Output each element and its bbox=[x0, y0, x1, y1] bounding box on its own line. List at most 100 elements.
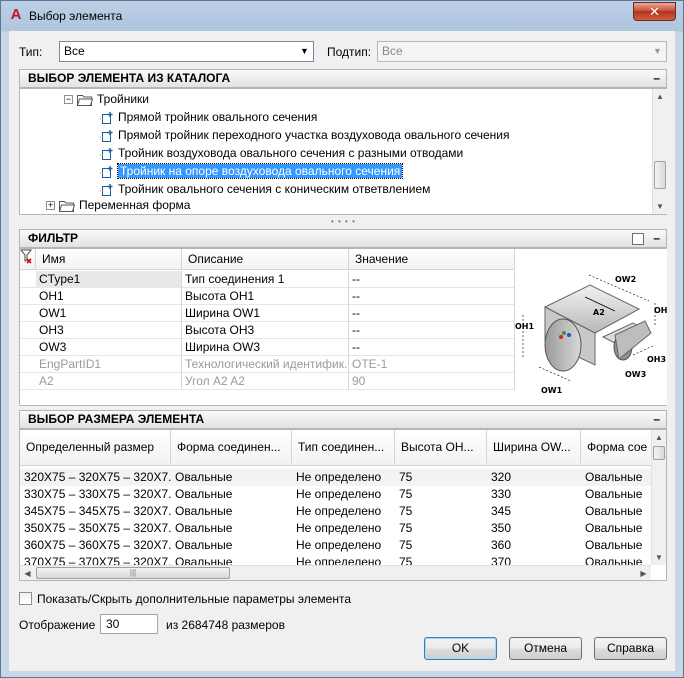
table-cell: 75 bbox=[399, 538, 413, 552]
filter-cell-value[interactable]: -- bbox=[349, 288, 515, 305]
filter-row[interactable]: OW3 Ширина OW3 -- bbox=[20, 339, 515, 356]
table-cell: Овальные bbox=[175, 487, 233, 501]
filter-cell-desc: Ширина OW3 bbox=[182, 339, 349, 356]
filter-cell-value[interactable]: 90 bbox=[349, 373, 515, 390]
tree-group-tees[interactable]: − Тройники bbox=[64, 91, 149, 108]
filter-row[interactable]: OW1 Ширина OW1 -- bbox=[20, 305, 515, 322]
display-count-input[interactable]: 30 bbox=[100, 614, 158, 634]
scroll-left-icon[interactable]: ◀ bbox=[20, 566, 35, 581]
collapse-toggle-icon[interactable]: − bbox=[64, 95, 73, 105]
column-header-height[interactable]: Высота ОН... bbox=[395, 430, 487, 465]
filter-row[interactable]: OH3 Высота OH3 -- bbox=[20, 322, 515, 339]
filter-cell-value[interactable]: -- bbox=[349, 322, 515, 339]
catalog-vertical-scrollbar[interactable]: ▲ ▼ bbox=[652, 89, 667, 214]
splitter-handle[interactable]: • • • • bbox=[331, 217, 356, 226]
column-header-defined-size[interactable]: Определенный размер bbox=[20, 430, 171, 465]
column-header-name[interactable]: Имя bbox=[36, 249, 182, 270]
collapse-icon[interactable]: – bbox=[653, 70, 660, 87]
table-cell: 350 bbox=[491, 521, 512, 535]
table-cell: 350X75 – 350X75 – 320X7... bbox=[24, 521, 171, 535]
table-row[interactable]: 330X75 – 330X75 – 320X7... Овальные Не опр… bbox=[20, 486, 651, 503]
filter-cell-name: OH1 bbox=[36, 288, 182, 305]
show-params-checkbox[interactable] bbox=[19, 592, 32, 605]
filter-cell-value[interactable]: -- bbox=[349, 271, 515, 288]
scrollbar-thumb[interactable] bbox=[653, 446, 665, 460]
column-header-connection-type[interactable]: Тип соединен... bbox=[292, 430, 395, 465]
collapse-icon[interactable]: – bbox=[653, 411, 660, 428]
filter-cell-name: A2 bbox=[36, 373, 182, 390]
filter-section-header[interactable]: ФИЛЬТР – bbox=[19, 229, 667, 248]
scrollbar-thumb[interactable]: ||| bbox=[36, 567, 230, 579]
close-button[interactable]: ✕ bbox=[633, 2, 676, 21]
filter-cell-desc: Ширина OW1 bbox=[182, 305, 349, 322]
scroll-down-icon[interactable]: ▼ bbox=[652, 550, 666, 565]
table-row[interactable]: 360X75 – 360X75 – 320X7... Овальные Не опр… bbox=[20, 537, 651, 554]
tree-item[interactable]: Прямой тройник переходного участка возду… bbox=[100, 127, 510, 144]
filter-row[interactable]: OH1 Высота OH1 -- bbox=[20, 288, 515, 305]
column-header-width[interactable]: Ширина OW... bbox=[487, 430, 581, 465]
tree-group-label: Тройники bbox=[97, 92, 149, 106]
sizes-horizontal-scrollbar[interactable]: ◀ ||| ▶ bbox=[20, 565, 651, 580]
filter-pane: Имя Описание Значение CType1 Тип соединен… bbox=[19, 248, 673, 406]
catalog-tree[interactable]: − Тройники Прямой тройник овального сечен… bbox=[19, 88, 667, 215]
cancel-button[interactable]: Отмена bbox=[509, 637, 582, 660]
filter-cell-name: EngPartID1 bbox=[36, 356, 182, 373]
column-header-value[interactable]: Значение bbox=[349, 249, 515, 270]
collapse-icon[interactable]: – bbox=[653, 230, 660, 247]
table-cell: 320 bbox=[491, 470, 512, 484]
filter-cell-name: OW1 bbox=[36, 305, 182, 322]
expand-toggle-icon[interactable]: + bbox=[46, 201, 55, 211]
filter-cell-desc: Высота OH3 bbox=[182, 322, 349, 339]
filter-cell-value[interactable]: -- bbox=[349, 339, 515, 356]
table-cell: Овальные bbox=[585, 538, 643, 552]
ok-button[interactable]: OK bbox=[424, 637, 497, 660]
table-row[interactable]: 345X75 – 345X75 – 320X7... Овальные Не опр… bbox=[20, 503, 651, 520]
column-header-connection-shape-2[interactable]: Форма сое bbox=[581, 430, 651, 465]
tree-item[interactable]: Прямой тройник овального сечения bbox=[100, 109, 317, 126]
scroll-right-icon[interactable]: ▶ bbox=[636, 566, 651, 581]
sizes-section-header[interactable]: ВЫБОР РАЗМЕРА ЭЛЕМЕНТА – bbox=[19, 410, 667, 429]
tree-item[interactable]: Тройник воздуховода овального сечения с … bbox=[100, 145, 463, 162]
scrollbar-thumb[interactable] bbox=[654, 161, 666, 189]
table-row[interactable]: 320X75 – 320X75 – 320X7... Овальные Не опр… bbox=[20, 469, 651, 486]
sizes-grid-header: Определенный размер Форма соединен... Ти… bbox=[20, 430, 651, 466]
scroll-up-icon[interactable]: ▲ bbox=[653, 89, 667, 104]
table-row[interactable]: 350X75 – 350X75 – 320X7... Овальные Не опр… bbox=[20, 520, 651, 537]
column-header-connection-shape[interactable]: Форма соединен... bbox=[171, 430, 292, 465]
tree-item-label: Тройник овального сечения с коническим о… bbox=[118, 182, 431, 196]
filter-cell-value[interactable]: -- bbox=[349, 305, 515, 322]
filter-cell-desc: Технологический идентифик... bbox=[182, 356, 349, 373]
table-cell: Не определено bbox=[296, 538, 382, 552]
table-cell: 330X75 – 330X75 – 320X7... bbox=[24, 487, 171, 501]
filter-row[interactable]: A2 Угол A2 A2 90 bbox=[20, 373, 515, 390]
catalog-section-header[interactable]: ВЫБОР ЭЛЕМЕНТА ИЗ КАТАЛОГА – bbox=[19, 69, 667, 88]
duct-fitting-icon bbox=[100, 183, 113, 196]
show-params-label[interactable]: Показать/Скрыть дополнительные параметры… bbox=[37, 592, 351, 606]
sizes-section-title: ВЫБОР РАЗМЕРА ЭЛЕМЕНТА bbox=[28, 412, 205, 426]
scroll-down-icon[interactable]: ▼ bbox=[653, 199, 667, 214]
sizes-vertical-scrollbar[interactable]: ▲ ▼ bbox=[651, 430, 666, 565]
help-button[interactable]: Справка bbox=[594, 637, 667, 660]
preview-label-a2: A2 bbox=[593, 308, 605, 317]
tree-item[interactable]: Тройник на опоре воздуховода овального с… bbox=[100, 163, 404, 180]
tree-item-label: Прямой тройник переходного участка возду… bbox=[118, 128, 510, 142]
filter-row[interactable]: CType1 Тип соединения 1 -- bbox=[20, 271, 515, 288]
tree-item[interactable]: Тройник овального сечения с коническим о… bbox=[100, 181, 430, 198]
filter-cell-value[interactable]: OTE-1 bbox=[349, 356, 515, 373]
type-label: Тип: bbox=[19, 45, 43, 59]
tree-item-label: Тройник на опоре воздуховода овального с… bbox=[116, 163, 404, 179]
clear-filter-icon[interactable] bbox=[20, 249, 36, 270]
filter-row[interactable]: EngPartID1 Технологический идентифик... OT… bbox=[20, 356, 515, 373]
total-count-text: из 2684748 размеров bbox=[166, 618, 285, 632]
type-dropdown[interactable]: Все ▼ bbox=[59, 41, 314, 62]
sizes-grid[interactable]: Определенный размер Форма соединен... Ти… bbox=[19, 429, 667, 581]
table-cell: Овальные bbox=[585, 487, 643, 501]
filter-cell-desc: Угол A2 A2 bbox=[182, 373, 349, 390]
filter-toggle-checkbox[interactable] bbox=[632, 233, 644, 245]
table-cell: Овальные bbox=[585, 470, 643, 484]
scroll-up-icon[interactable]: ▲ bbox=[652, 430, 666, 445]
subtype-dropdown[interactable]: Все ▼ bbox=[377, 41, 667, 62]
column-header-description[interactable]: Описание bbox=[182, 249, 349, 270]
tree-group-variable-shape[interactable]: + Переменная форма bbox=[46, 197, 190, 214]
duct-fitting-icon bbox=[100, 129, 113, 142]
